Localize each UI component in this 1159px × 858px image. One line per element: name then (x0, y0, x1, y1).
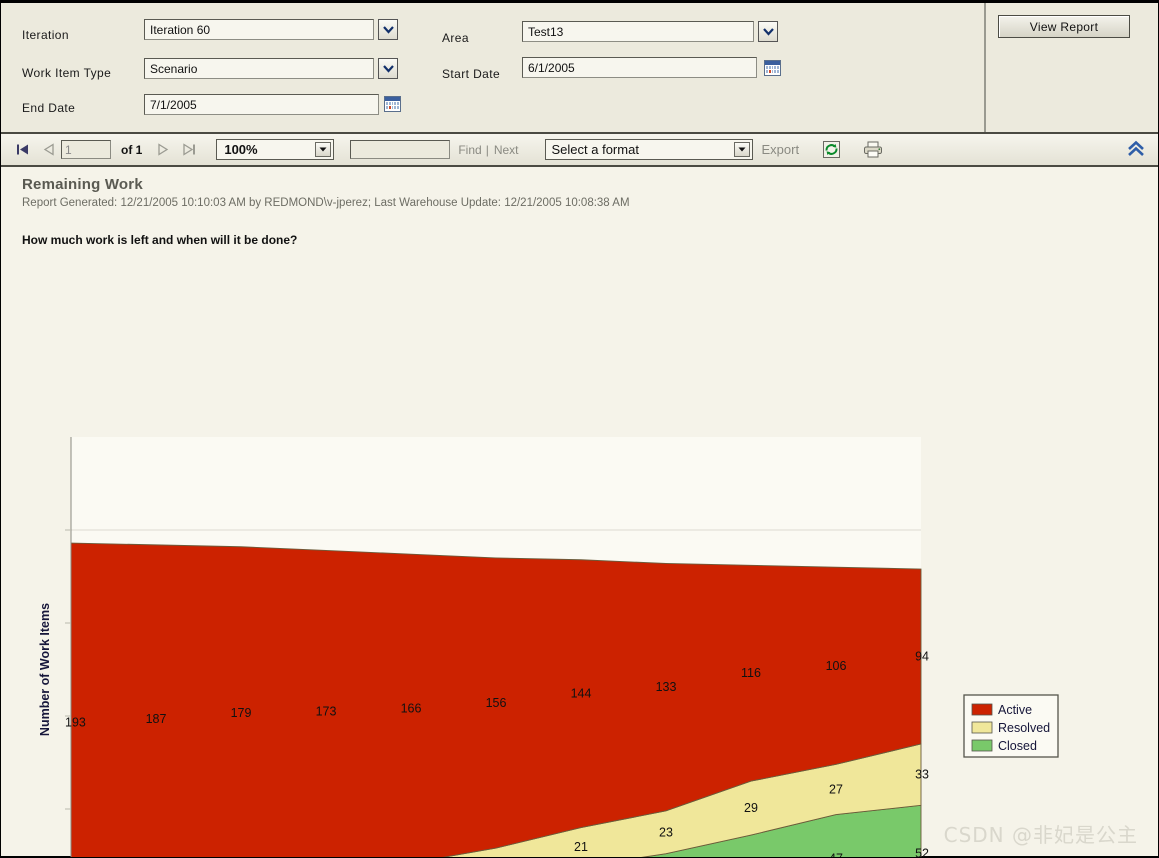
end-date-calendar-button[interactable] (384, 96, 401, 112)
watermark: CSDN @非妃是公主 (943, 823, 1138, 847)
data-label-resolved: 27 (829, 782, 843, 796)
area-dropdown-button[interactable] (758, 21, 778, 42)
data-label-active: 144 (571, 687, 592, 701)
legend-swatch-closed (971, 739, 993, 752)
first-page-button[interactable] (9, 139, 35, 161)
legend-label-closed: Closed (998, 739, 1037, 753)
export-format-dropdown-arrow[interactable] (733, 142, 750, 157)
toolbar-separator: | (485, 142, 489, 157)
export-format-value: Select a format (551, 142, 639, 157)
data-label-active: 94 (915, 649, 929, 663)
report-body: Remaining Work Report Generated: 12/21/2… (1, 167, 1159, 857)
chevron-down-icon (382, 25, 394, 34)
chevron-down-icon (319, 147, 327, 152)
chevron-down-icon (382, 64, 394, 73)
print-button[interactable] (863, 140, 883, 160)
parameter-fields: Iteration Iteration 60 Work Item Type Sc… (1, 3, 984, 132)
data-label-resolved: 29 (744, 801, 758, 815)
zoom-value: 100% (224, 142, 258, 157)
y-axis-title: Number of Work Items (38, 603, 52, 736)
last-page-button[interactable] (176, 139, 202, 161)
iteration-input[interactable]: Iteration 60 (144, 19, 374, 40)
end-date-input[interactable]: 7/1/2005 (144, 94, 379, 115)
data-label-active: 173 (316, 704, 337, 718)
stacked-area-chart: 6/1/20056/4/20056/7/20056/10/20056/13/20… (38, 437, 1059, 857)
refresh-icon (822, 141, 840, 158)
last-page-icon (183, 143, 195, 156)
page-number-input[interactable] (61, 140, 111, 159)
area-label: Area (442, 31, 469, 45)
export-button[interactable]: Export (762, 142, 800, 157)
report-question: How much work is left and when will it b… (22, 233, 298, 247)
legend-label-active: Active (998, 703, 1032, 717)
y-axis-ticks (65, 529, 71, 810)
report-title: Remaining Work (22, 176, 143, 193)
data-label-closed: 47 (829, 851, 843, 857)
work-item-type-label: Work Item Type (22, 66, 112, 80)
work-item-type-dropdown-button[interactable] (378, 58, 398, 79)
chevron-down-icon (762, 27, 774, 36)
parameter-actions: View Report (986, 3, 1158, 132)
data-label-active: 116 (741, 666, 761, 680)
parameter-panel: Iteration Iteration 60 Work Item Type Sc… (1, 3, 1158, 134)
next-page-button[interactable] (150, 139, 176, 161)
legend-label-resolved: Resolved (998, 721, 1050, 735)
remaining-work-chart: 6/1/20056/4/20056/7/20056/10/20056/13/20… (1, 257, 1159, 857)
next-page-icon (158, 143, 169, 156)
find-next-button[interactable]: Next (494, 143, 519, 157)
find-button[interactable]: Find (458, 143, 481, 157)
work-item-type-input[interactable]: Scenario (144, 58, 374, 79)
report-viewer-window: Iteration Iteration 60 Work Item Type Sc… (0, 0, 1159, 858)
previous-page-button[interactable] (35, 139, 61, 161)
export-format-select[interactable]: Select a format (544, 139, 753, 160)
data-label-closed: 52 (915, 847, 929, 857)
chart-legend: Active Resolved Closed (963, 694, 1059, 758)
legend-swatch-resolved (971, 721, 993, 734)
report-metadata: Report Generated: 12/21/2005 10:10:03 AM… (22, 197, 630, 209)
data-label-active: 156 (486, 696, 507, 710)
start-date-calendar-button[interactable] (764, 60, 781, 76)
legend-swatch-active (971, 703, 993, 716)
data-label-resolved: 33 (915, 768, 929, 782)
zoom-select[interactable]: 100% (216, 139, 335, 160)
view-report-button[interactable]: View Report (998, 15, 1130, 38)
data-label-active: 166 (401, 702, 422, 716)
data-label-active: 106 (826, 659, 847, 673)
data-label-resolved: 23 (659, 825, 673, 839)
iteration-label: Iteration (22, 28, 69, 42)
page-count-label: of 1 (121, 142, 143, 157)
start-date-label: Start Date (442, 67, 501, 81)
refresh-button[interactable] (821, 140, 841, 160)
area-input[interactable]: Test13 (522, 21, 754, 42)
data-label-active: 179 (231, 706, 252, 720)
data-label-active: 133 (656, 680, 677, 694)
zoom-dropdown-arrow[interactable] (315, 142, 332, 157)
previous-page-icon (43, 143, 54, 156)
data-label-resolved: 21 (574, 840, 588, 854)
first-page-icon (16, 144, 28, 155)
start-date-input[interactable]: 6/1/2005 (522, 57, 757, 78)
data-label-active: 187 (146, 712, 167, 726)
report-toolbar: of 1 100% Find | Next Select a format (1, 134, 1158, 167)
end-date-label: End Date (22, 101, 76, 115)
data-label-active: 193 (65, 716, 86, 730)
find-input[interactable] (350, 140, 451, 159)
iteration-dropdown-button[interactable] (378, 19, 398, 40)
chevron-down-icon (738, 147, 745, 152)
print-icon (864, 141, 883, 158)
collapse-double-chevron-up-icon (1128, 140, 1144, 156)
collapse-parameters-button[interactable] (1126, 140, 1146, 163)
